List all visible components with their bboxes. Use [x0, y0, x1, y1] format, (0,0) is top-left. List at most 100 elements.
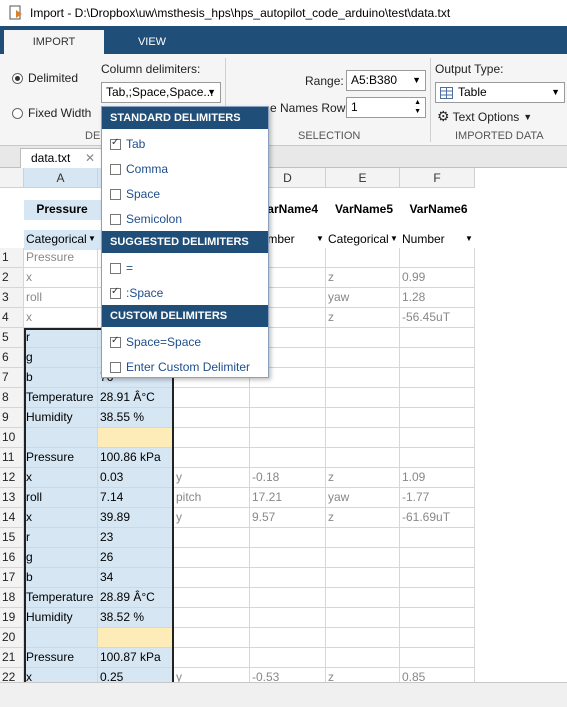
variable-name-cell[interactable]: Pressure: [24, 200, 98, 220]
table-cell[interactable]: yaw: [326, 288, 400, 308]
delimiter-option-semicolon[interactable]: Semicolon: [110, 212, 182, 226]
table-cell[interactable]: [326, 548, 400, 568]
delimiter-option-space-equals-space[interactable]: Space=Space: [110, 335, 201, 349]
table-cell[interactable]: [400, 348, 475, 368]
table-cell[interactable]: -0.53: [250, 668, 326, 682]
table-cell[interactable]: [98, 628, 174, 648]
table-cell[interactable]: x: [24, 308, 98, 328]
table-cell[interactable]: -56.45uT: [400, 308, 475, 328]
column-delimiters-combo[interactable]: Tab,;Space,Space... ▼: [101, 82, 221, 103]
variable-name-cell[interactable]: VarName5: [326, 200, 400, 220]
table-cell[interactable]: Pressure: [24, 648, 98, 668]
table-cell[interactable]: x: [24, 508, 98, 528]
table-cell[interactable]: [174, 568, 250, 588]
table-cell[interactable]: [326, 428, 400, 448]
table-cell[interactable]: x: [24, 468, 98, 488]
table-cell[interactable]: 38.52 %: [98, 608, 174, 628]
table-cell[interactable]: [250, 408, 326, 428]
variable-name-cell[interactable]: VarName6: [400, 200, 475, 220]
table-cell[interactable]: [250, 608, 326, 628]
table-cell[interactable]: [400, 368, 475, 388]
table-cell[interactable]: y: [174, 468, 250, 488]
table-cell[interactable]: -0.18: [250, 468, 326, 488]
table-cell[interactable]: [400, 588, 475, 608]
table-cell[interactable]: y: [174, 508, 250, 528]
table-cell[interactable]: Humidity: [24, 408, 98, 428]
table-cell[interactable]: y: [174, 668, 250, 682]
table-cell[interactable]: x: [24, 268, 98, 288]
table-cell[interactable]: 9.57: [250, 508, 326, 528]
table-cell[interactable]: [24, 428, 98, 448]
table-cell[interactable]: [400, 328, 475, 348]
table-cell[interactable]: roll: [24, 488, 98, 508]
output-type-combo[interactable]: Table ▼: [435, 82, 565, 103]
table-cell[interactable]: roll: [24, 288, 98, 308]
tab-data-txt[interactable]: data.txt ✕: [20, 148, 102, 168]
table-cell[interactable]: r: [24, 328, 98, 348]
table-cell[interactable]: [174, 528, 250, 548]
table-cell[interactable]: [250, 388, 326, 408]
close-icon[interactable]: ✕: [85, 149, 95, 167]
table-cell[interactable]: [400, 528, 475, 548]
column-letter-header[interactable]: E: [326, 168, 400, 188]
table-cell[interactable]: 28.91 Â°C: [98, 388, 174, 408]
table-cell[interactable]: [174, 608, 250, 628]
table-cell[interactable]: 7.14: [98, 488, 174, 508]
table-cell[interactable]: z: [326, 268, 400, 288]
table-cell[interactable]: pitch: [174, 488, 250, 508]
table-cell[interactable]: [174, 408, 250, 428]
table-cell[interactable]: [24, 628, 98, 648]
table-cell[interactable]: [326, 648, 400, 668]
table-cell[interactable]: r: [24, 528, 98, 548]
delimiter-option-comma[interactable]: Comma: [110, 162, 168, 176]
variable-names-row-spinner[interactable]: 1 ▲ ▼: [346, 97, 426, 118]
table-cell[interactable]: z: [326, 308, 400, 328]
table-cell[interactable]: [400, 248, 475, 268]
table-cell[interactable]: 23: [98, 528, 174, 548]
table-cell[interactable]: 39.89: [98, 508, 174, 528]
table-cell[interactable]: 100.87 kPa: [98, 648, 174, 668]
table-cell[interactable]: b: [24, 368, 98, 388]
table-cell[interactable]: z: [326, 508, 400, 528]
table-cell[interactable]: 0.85: [400, 668, 475, 682]
table-cell[interactable]: z: [326, 668, 400, 682]
table-cell[interactable]: 28.89 Â°C: [98, 588, 174, 608]
table-cell[interactable]: [400, 608, 475, 628]
table-cell[interactable]: Pressure: [24, 448, 98, 468]
table-cell[interactable]: [400, 428, 475, 448]
table-cell[interactable]: 0.03: [98, 468, 174, 488]
table-cell[interactable]: [326, 388, 400, 408]
enter-custom-delimiter-option[interactable]: Enter Custom Delimiter: [110, 360, 250, 374]
table-cell[interactable]: [326, 528, 400, 548]
table-cell[interactable]: [326, 248, 400, 268]
table-cell[interactable]: 0.99: [400, 268, 475, 288]
delimiter-option-equals[interactable]: =: [110, 261, 133, 275]
column-type-select[interactable]: Number: [400, 230, 475, 250]
table-cell[interactable]: [250, 568, 326, 588]
table-cell[interactable]: 1.09: [400, 468, 475, 488]
table-cell[interactable]: [250, 648, 326, 668]
table-cell[interactable]: [174, 448, 250, 468]
delimiter-option-tab[interactable]: Tab: [110, 137, 145, 151]
table-cell[interactable]: [250, 528, 326, 548]
tab-view[interactable]: VIEW: [104, 30, 200, 54]
table-cell[interactable]: z: [326, 468, 400, 488]
table-cell[interactable]: [250, 628, 326, 648]
table-cell[interactable]: [326, 348, 400, 368]
table-cell[interactable]: [400, 568, 475, 588]
table-cell[interactable]: [250, 588, 326, 608]
table-cell[interactable]: [250, 548, 326, 568]
delimiter-option-colon-space[interactable]: :Space: [110, 286, 163, 300]
table-cell[interactable]: 100.86 kPa: [98, 448, 174, 468]
table-cell[interactable]: [400, 548, 475, 568]
range-combo[interactable]: A5:B380 ▼: [346, 70, 426, 91]
table-cell[interactable]: -61.69uT: [400, 508, 475, 528]
tab-import[interactable]: IMPORT: [4, 30, 104, 54]
table-cell[interactable]: [400, 388, 475, 408]
table-cell[interactable]: [400, 628, 475, 648]
table-cell[interactable]: [400, 448, 475, 468]
table-cell[interactable]: [326, 608, 400, 628]
table-cell[interactable]: [98, 428, 174, 448]
table-cell[interactable]: 0.25: [98, 668, 174, 682]
column-type-select[interactable]: Categorical: [24, 230, 98, 250]
